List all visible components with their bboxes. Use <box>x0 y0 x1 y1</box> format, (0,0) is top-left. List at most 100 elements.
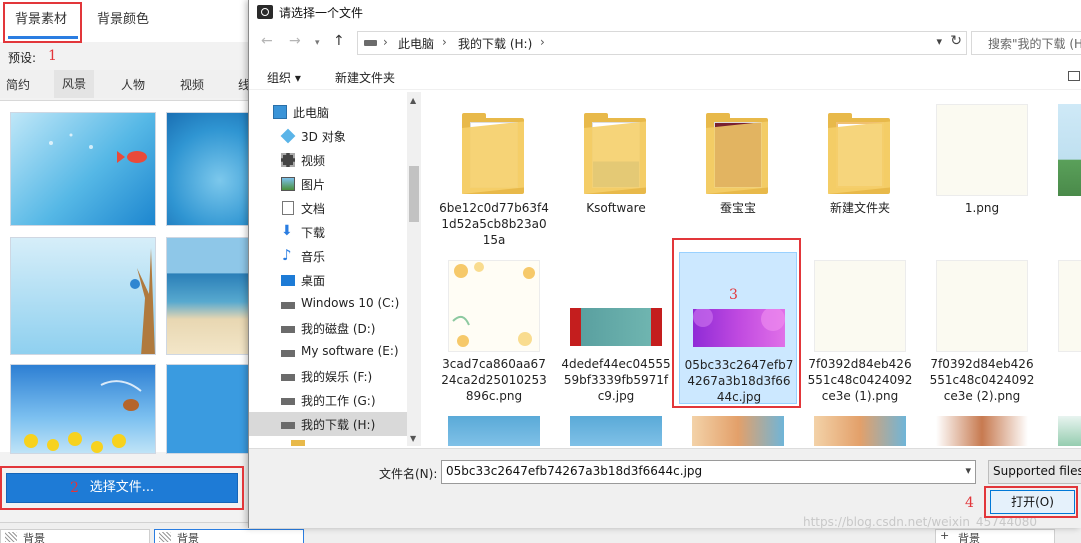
tree-item-3d-objects[interactable]: 3D 对象 <box>249 124 409 148</box>
hatch-icon <box>5 532 17 542</box>
category-people[interactable]: 人物 <box>121 76 145 93</box>
thumbnail-flowers-butterfly[interactable] <box>10 364 156 454</box>
file-name-value: 05bc33c2647efb74267a3b18d3f6644c.jpg <box>446 464 703 478</box>
background-tab-1[interactable]: 背景 <box>0 529 150 543</box>
file-item[interactable] <box>435 408 553 446</box>
tree-item-subfolder[interactable] <box>249 436 409 446</box>
tree-item-downloads[interactable]: ⬇ 下载 <box>249 220 409 244</box>
tree-label: 我的下载 (H:) <box>301 418 376 432</box>
background-tab-3[interactable]: + 背景 <box>935 529 1055 543</box>
file-item[interactable] <box>679 408 797 446</box>
refresh-icon[interactable]: ↻ <box>950 33 962 49</box>
back-arrow-icon[interactable]: ← <box>261 33 273 49</box>
tree-item-music[interactable]: ♪ 音乐 <box>249 244 409 268</box>
tree-item-drive-d[interactable]: 我的磁盘 (D:) <box>249 316 409 340</box>
file-item[interactable]: 新建文件夹 <box>801 96 919 248</box>
file-open-dialog: 请选择一个文件 ← → ▾ ↑ › 此电脑 › 我的下载 (H:) › ▾ ↻ … <box>248 0 1081 528</box>
chevron-right-icon[interactable]: › <box>442 35 447 49</box>
file-name: 3cad7ca860aa6724ca2d25010253896c.png <box>441 357 547 403</box>
file-item[interactable] <box>1045 408 1081 446</box>
thumbnail-tree-bird[interactable] <box>10 237 156 355</box>
file-item[interactable] <box>923 408 1041 446</box>
image-thumbnail <box>448 416 540 446</box>
breadcrumb-my-downloads[interactable]: 我的下载 (H:) <box>458 35 532 52</box>
scroll-down-icon[interactable]: ▼ <box>410 434 416 443</box>
file-name: 1.png <box>964 201 1000 215</box>
tree-item-drive-e[interactable]: My software (E:) <box>249 340 409 364</box>
chevron-right-icon[interactable]: › <box>540 35 545 49</box>
file-item[interactable]: 1a9 <box>1045 96 1081 248</box>
up-arrow-icon[interactable]: ↑ <box>333 33 345 49</box>
picture-icon <box>281 177 295 191</box>
recent-locations-icon[interactable]: ▾ <box>315 38 320 48</box>
file-name: 6be12c0d77b63f41d52a5cb8b23a015a <box>439 201 549 247</box>
forward-arrow-icon[interactable]: → <box>289 33 301 49</box>
camera-app-icon <box>257 5 273 19</box>
new-folder-button[interactable]: 新建文件夹 <box>335 69 395 86</box>
dialog-title: 请选择一个文件 <box>279 6 364 20</box>
tree-item-videos[interactable]: 视频 <box>249 148 409 172</box>
file-item[interactable]: 7f0392d84eb426551c48c0424092ce3e (2).png <box>923 252 1041 404</box>
file-item[interactable]: 6be12c0d77b63f41d52a5cb8b23a015a <box>435 96 553 248</box>
file-item[interactable]: 3cad7ca860aa6724ca2d25010253896c.png <box>435 252 553 404</box>
thumbnail-fish-bubbles[interactable] <box>10 112 156 226</box>
scrollbar-thumb[interactable] <box>409 166 419 222</box>
tree-item-drive-g[interactable]: 我的工作 (G:) <box>249 388 409 412</box>
tree-item-documents[interactable]: 文档 <box>249 196 409 220</box>
file-item[interactable]: 1.png <box>923 96 1041 248</box>
tree-item-desktop[interactable]: 桌面 <box>249 268 409 292</box>
breadcrumb-this-pc[interactable]: 此电脑 <box>398 35 434 52</box>
navigation-scrollbar[interactable]: ▲ ▼ <box>407 92 421 446</box>
tree-item-drive-f[interactable]: 我的娱乐 (F:) <box>249 364 409 388</box>
image-thumbnail <box>936 416 1028 446</box>
tree-item-pictures[interactable]: 图片 <box>249 172 409 196</box>
file-item[interactable] <box>801 408 919 446</box>
file-item[interactable]: 7f0 655 <box>1045 252 1081 404</box>
category-landscape[interactable]: 风景 <box>54 70 95 98</box>
tree-item-this-pc[interactable]: 此电脑 <box>249 100 409 124</box>
chevron-down-icon[interactable]: ▾ <box>965 464 971 477</box>
callout-number-3: 3 <box>729 287 738 303</box>
thumbnail-beach[interactable] <box>166 237 256 355</box>
callout-box-1 <box>3 2 82 43</box>
folder-icon <box>692 104 784 196</box>
file-item[interactable]: 蚕宝宝 <box>679 96 797 248</box>
tree-item-drive-h[interactable]: 我的下载 (H:) <box>249 412 409 436</box>
image-thumbnail <box>1058 416 1081 446</box>
file-item[interactable]: 4dedef44ec0455559bf3339fb5971fc9.jpg <box>557 252 675 404</box>
callout-number-1: 1 <box>48 48 57 64</box>
background-tab-label: 背景 <box>23 532 45 543</box>
image-thumbnail <box>692 416 784 446</box>
thumbnail-water-ripple[interactable] <box>166 112 256 226</box>
background-tab-2[interactable]: 背景 <box>154 529 304 543</box>
image-thumbnail <box>570 308 662 346</box>
file-name: Ksoftware <box>586 201 646 215</box>
chevron-down-icon[interactable]: ▾ <box>936 35 942 48</box>
chevron-right-icon[interactable]: › <box>383 35 388 49</box>
category-video[interactable]: 视频 <box>180 76 204 93</box>
image-thumbnail <box>936 104 1028 196</box>
drive-icon <box>281 326 295 333</box>
drive-icon <box>281 422 295 429</box>
scroll-up-icon[interactable]: ▲ <box>410 96 416 105</box>
search-input[interactable]: 搜索"我的下载 (H:)" <box>971 31 1081 55</box>
tree-label: 此电脑 <box>293 106 330 120</box>
tree-item-drive-c[interactable]: Windows 10 (C:) <box>249 292 409 316</box>
file-type-select[interactable]: Supported files <box>988 460 1081 484</box>
file-name-field[interactable]: 05bc33c2647efb74267a3b18d3f6644c.jpg ▾ <box>441 460 976 484</box>
file-item[interactable]: 7f0392d84eb426551c48c0424092ce3e (1).png <box>801 252 919 404</box>
view-options-icon[interactable] <box>1068 71 1080 81</box>
tab-background-color[interactable]: 背景颜色 <box>97 8 149 27</box>
drive-icon <box>281 302 295 309</box>
file-name-bar: 文件名(N): 05bc33c2647efb74267a3b18d3f6644c… <box>249 448 1081 528</box>
tree-label: 我的娱乐 (F:) <box>301 370 373 384</box>
thumbnail-blue[interactable] <box>166 364 256 454</box>
file-name: 4dedef44ec0455559bf3339fb5971fc9.jpg <box>561 357 671 403</box>
callout-number-4: 4 <box>965 495 974 511</box>
category-simple[interactable]: 简约 <box>6 76 30 93</box>
tree-label: 我的磁盘 (D:) <box>301 322 376 336</box>
file-item[interactable] <box>557 408 675 446</box>
address-bar[interactable]: › 此电脑 › 我的下载 (H:) › ▾ ↻ <box>357 31 967 55</box>
organize-menu[interactable]: 组织 ▾ <box>267 69 301 86</box>
file-item[interactable]: Ksoftware <box>557 96 675 248</box>
